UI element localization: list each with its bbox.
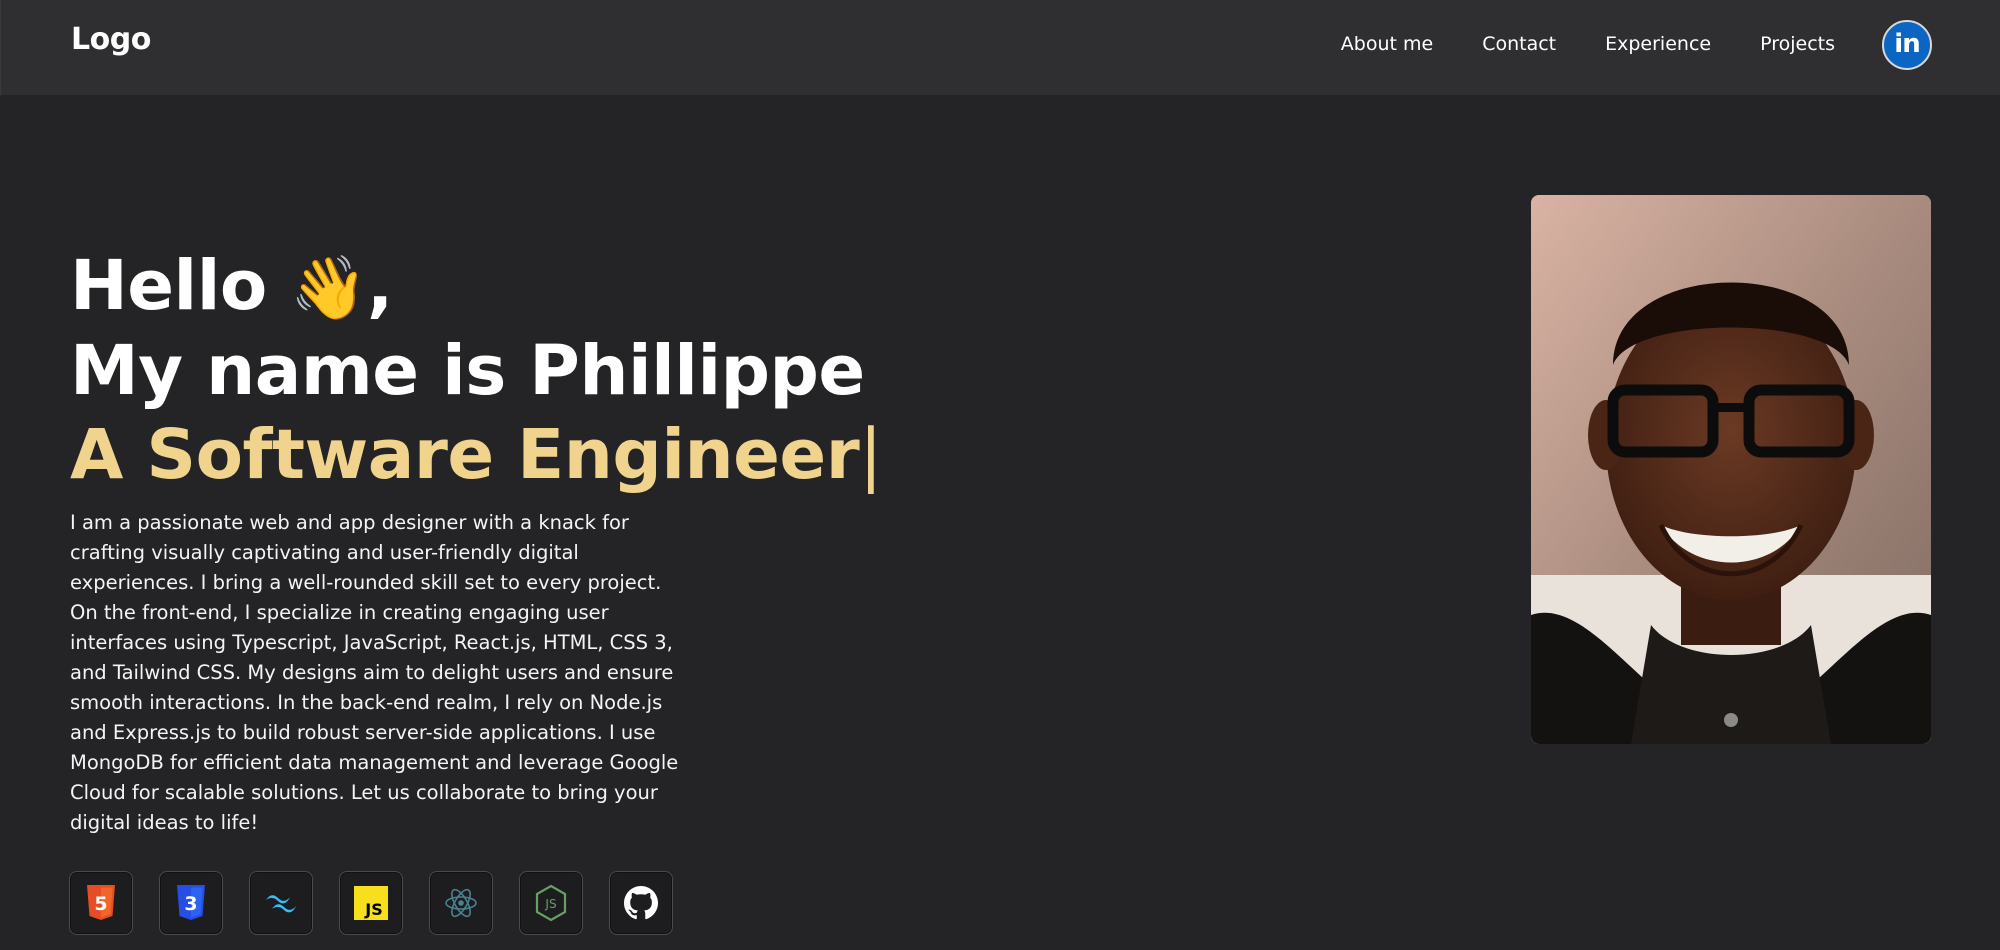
nodejs-icon[interactable]: JS	[519, 871, 583, 935]
role-heading: A Software Engineer|	[70, 421, 882, 490]
name-heading: My name is Phillippe	[70, 331, 865, 411]
greeting-heading: Hello 👋,	[70, 252, 393, 321]
electron-icon[interactable]	[429, 871, 493, 935]
svg-text:JS: JS	[364, 900, 382, 919]
greeting-text: Hello	[70, 246, 267, 326]
typing-cursor: |	[859, 415, 882, 495]
greeting-suffix: ,	[367, 246, 393, 326]
nav-experience[interactable]: Experience	[1605, 33, 1711, 55]
github-icon[interactable]	[609, 871, 673, 935]
svg-text:3: 3	[184, 893, 197, 915]
linkedin-icon[interactable]: in	[1882, 20, 1932, 70]
top-navbar: Logo About me Contact Experience Project…	[0, 0, 2000, 95]
skills-row: 5 3 JS JS	[69, 871, 673, 935]
svg-text:JS: JS	[544, 897, 556, 911]
site-logo[interactable]: Logo	[71, 22, 151, 57]
nav-contact[interactable]: Contact	[1482, 33, 1556, 55]
tailwind-icon[interactable]	[249, 871, 313, 935]
bio-paragraph: I am a passionate web and app designer w…	[70, 511, 679, 834]
waving-hand-icon: 👋	[290, 251, 367, 324]
role-text: A Software Engineer	[70, 415, 860, 495]
javascript-icon[interactable]: JS	[339, 871, 403, 935]
profile-photo	[1531, 195, 1931, 744]
html5-icon[interactable]: 5	[69, 871, 133, 935]
nav-projects[interactable]: Projects	[1760, 33, 1835, 55]
svg-text:5: 5	[94, 893, 107, 915]
nav-about-me[interactable]: About me	[1341, 33, 1433, 55]
main-nav: About me Contact Experience Projects	[1292, 33, 1835, 55]
css3-icon[interactable]: 3	[159, 871, 223, 935]
